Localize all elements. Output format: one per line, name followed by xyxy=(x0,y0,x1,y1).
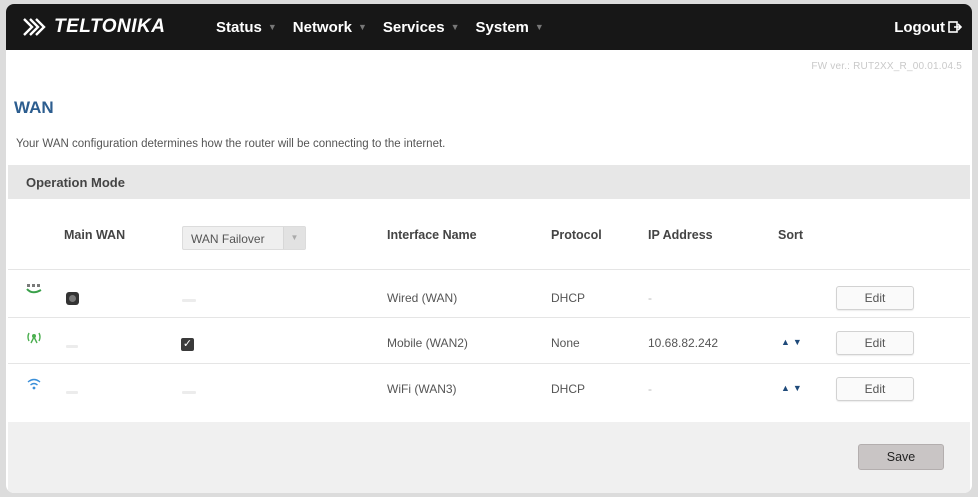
interface-name: Mobile (WAN2) xyxy=(387,336,468,350)
teltonika-logo[interactable]: TELTONIKA xyxy=(22,13,165,41)
failover-select-value: WAN Failover xyxy=(191,232,265,246)
section-title: Operation Mode xyxy=(26,175,125,190)
teltonika-mark-icon xyxy=(23,18,46,36)
menu-status[interactable]: Status ▼ xyxy=(216,19,277,36)
main-wan-placeholder xyxy=(66,345,78,348)
chevron-down-icon: ▼ xyxy=(450,22,460,32)
protocol-value: DHCP xyxy=(551,291,586,305)
row-divider xyxy=(8,317,970,318)
edit-button[interactable]: Edit xyxy=(836,286,914,310)
main-menu: Status ▼ Network ▼ Services ▼ System ▼ xyxy=(216,4,560,50)
chevron-down-icon: ▼ xyxy=(283,227,305,249)
menu-network-label: Network xyxy=(292,18,352,36)
ethernet-icon xyxy=(26,284,42,294)
save-button[interactable]: Save xyxy=(858,444,944,470)
arrow-down-icon[interactable]: ▼ xyxy=(793,383,802,393)
menu-network[interactable]: Network ▼ xyxy=(293,19,367,36)
header-sort: Sort xyxy=(778,228,803,242)
logo-text: TELTONIKA xyxy=(54,16,166,37)
interface-name: WiFi (WAN3) xyxy=(387,382,457,396)
ip-address-value: - xyxy=(648,291,652,305)
router-web-ui: TELTONIKA Status ▼ Network ▼ Services ▼ … xyxy=(6,4,972,493)
form-footer xyxy=(8,422,970,493)
main-wan-radio[interactable] xyxy=(66,292,79,305)
row-divider xyxy=(8,269,970,270)
sort-arrows[interactable]: ▲ ▼ xyxy=(781,337,805,347)
arrow-down-icon[interactable]: ▼ xyxy=(793,337,802,347)
chevron-down-icon: ▼ xyxy=(267,22,277,32)
edit-button[interactable]: Edit xyxy=(836,331,914,355)
wan-failover-select[interactable]: WAN Failover ▼ xyxy=(182,226,306,250)
firmware-version: FW ver.: RUT2XX_R_00.01.04.5 xyxy=(811,61,962,72)
mobile-signal-icon xyxy=(27,332,41,344)
edit-button[interactable]: Edit xyxy=(836,377,914,401)
header-protocol: Protocol xyxy=(551,228,602,242)
logout-icon xyxy=(948,21,962,33)
ip-address-value: - xyxy=(648,382,652,396)
failover-placeholder xyxy=(182,299,196,302)
menu-system-label: System xyxy=(475,18,529,36)
failover-checkbox[interactable]: ✓ xyxy=(181,338,194,351)
header-main-wan: Main WAN xyxy=(64,228,126,242)
arrow-up-icon[interactable]: ▲ xyxy=(781,337,790,347)
interface-name: Wired (WAN) xyxy=(387,291,458,305)
chevron-down-icon: ▼ xyxy=(357,22,367,32)
failover-placeholder xyxy=(182,391,196,394)
chevron-down-icon: ▼ xyxy=(534,22,544,32)
operation-mode-header: Operation Mode xyxy=(8,165,970,199)
protocol-value: None xyxy=(551,336,580,350)
menu-status-label: Status xyxy=(216,18,262,36)
header-ip-address: IP Address xyxy=(648,228,713,242)
main-wan-placeholder xyxy=(66,391,78,394)
wifi-icon xyxy=(27,378,41,390)
header-interface-name: Interface Name xyxy=(387,228,477,242)
ip-address-value: 10.68.82.242 xyxy=(648,336,719,350)
sort-arrows[interactable]: ▲ ▼ xyxy=(781,383,805,393)
menu-system[interactable]: System ▼ xyxy=(476,19,544,36)
menu-services[interactable]: Services ▼ xyxy=(383,19,460,36)
page-description: Your WAN configuration determines how th… xyxy=(16,138,446,150)
page-title: WAN xyxy=(14,98,54,117)
top-navbar: TELTONIKA Status ▼ Network ▼ Services ▼ … xyxy=(6,4,972,50)
logout-link[interactable]: Logout xyxy=(894,4,962,50)
logout-label: Logout xyxy=(894,18,945,36)
row-divider xyxy=(8,363,970,364)
protocol-value: DHCP xyxy=(551,382,586,396)
menu-services-label: Services xyxy=(382,18,445,36)
arrow-up-icon[interactable]: ▲ xyxy=(781,383,790,393)
